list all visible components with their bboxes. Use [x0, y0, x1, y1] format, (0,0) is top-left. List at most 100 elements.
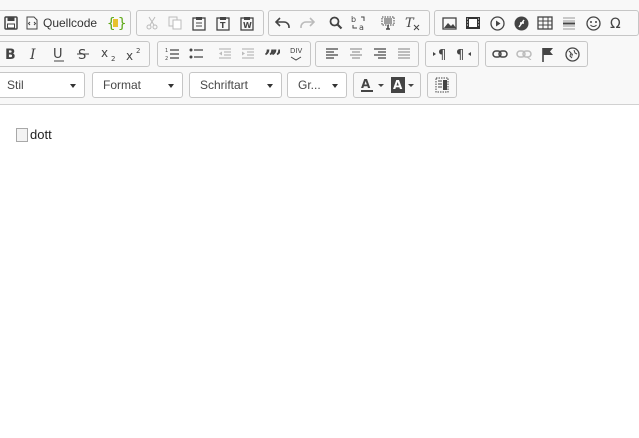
align-left-button[interactable] — [322, 44, 342, 64]
undo-button[interactable] — [273, 13, 293, 33]
cut-icon — [146, 16, 158, 30]
numbered-list-icon: 12 — [165, 48, 179, 61]
outdent-button[interactable] — [215, 44, 235, 64]
smiley-icon — [585, 15, 601, 31]
rtl-button[interactable]: ¶ — [454, 44, 474, 64]
svg-text:I: I — [29, 47, 36, 61]
horizontal-rule-button[interactable] — [559, 13, 579, 33]
bold-button[interactable]: B — [1, 44, 21, 64]
image-icon — [441, 16, 457, 30]
indent-icon — [242, 48, 254, 59]
svg-text:x: x — [126, 49, 133, 61]
align-right-button[interactable] — [370, 44, 390, 64]
subscript-button[interactable]: x2 — [99, 44, 119, 64]
document-group: Quellcode {} — [0, 10, 131, 36]
div-button[interactable]: DIV — [286, 44, 306, 64]
broken-image[interactable]: dott — [16, 127, 52, 142]
font-size-dropdown[interactable]: Gr... — [287, 72, 347, 98]
style-dropdown-label: Stil — [7, 78, 24, 92]
numbered-list-button[interactable]: 12 — [162, 44, 182, 64]
unlink-button[interactable] — [514, 44, 534, 64]
editor-content-area[interactable]: dott — [0, 105, 639, 438]
bulleted-list-button[interactable] — [186, 44, 206, 64]
copy-button[interactable] — [165, 13, 185, 33]
indent-button[interactable] — [238, 44, 258, 64]
broken-image-icon — [16, 127, 28, 142]
superscript-icon: x2 — [126, 47, 140, 61]
superscript-button[interactable]: x2 — [124, 44, 144, 64]
chevron-down-icon — [332, 84, 338, 88]
toolbar-row-1: Quellcode {} T W — [0, 10, 639, 38]
special-char-button[interactable]: Ω — [607, 13, 627, 33]
align-right-icon — [374, 48, 386, 59]
ltr-button[interactable]: ¶ — [430, 44, 450, 64]
ltr-icon: ¶ — [433, 48, 446, 61]
remove-format-button[interactable]: T — [402, 13, 422, 33]
paste-button[interactable] — [189, 13, 209, 33]
svg-text:W: W — [243, 21, 252, 30]
find-button[interactable] — [326, 13, 346, 33]
subscript-icon: x2 — [101, 47, 115, 61]
toolbar-row-2: B I U S x2 x2 12 ” DIV ¶ ¶ — [0, 41, 639, 69]
flash-icon — [466, 17, 480, 29]
save-icon — [4, 16, 18, 30]
language-button[interactable] — [562, 44, 582, 64]
table-button[interactable] — [535, 13, 555, 33]
strike-button[interactable]: S — [73, 44, 93, 64]
svg-text:2: 2 — [136, 47, 140, 55]
replace-button[interactable]: ba — [349, 13, 369, 33]
justify-icon — [398, 48, 410, 59]
redo-button[interactable] — [297, 13, 317, 33]
video-button[interactable] — [487, 13, 507, 33]
direction-group: ¶ ¶ — [425, 41, 479, 67]
align-center-button[interactable] — [346, 44, 366, 64]
format-dropdown[interactable]: Format — [92, 72, 183, 98]
svg-text:2: 2 — [111, 55, 115, 61]
text-color-button[interactable]: A — [359, 75, 387, 95]
colors-group: A A — [353, 72, 421, 98]
editing-group: ba T — [268, 10, 430, 36]
paste-text-button[interactable]: T — [213, 13, 233, 33]
cut-button[interactable] — [142, 13, 162, 33]
background-color-button[interactable]: A — [390, 75, 418, 95]
source-icon — [26, 16, 38, 30]
blockquote-icon: ”” — [264, 48, 280, 60]
style-dropdown[interactable]: Stil — [0, 72, 85, 98]
source-button[interactable]: Quellcode — [26, 13, 97, 33]
blocks-icon — [435, 77, 449, 93]
select-all-button[interactable] — [378, 13, 398, 33]
align-group — [315, 41, 419, 67]
iframe-button[interactable] — [511, 13, 531, 33]
font-dropdown[interactable]: Schriftart — [189, 72, 282, 98]
svg-text:U: U — [53, 47, 63, 62]
paste-word-button[interactable]: W — [237, 13, 257, 33]
svg-text:T: T — [405, 16, 415, 31]
link-button[interactable] — [490, 44, 510, 64]
image-button[interactable] — [439, 13, 459, 33]
select-all-icon — [381, 16, 395, 30]
undo-icon — [275, 17, 290, 28]
anchor-button[interactable] — [538, 44, 558, 64]
flash-button[interactable] — [463, 13, 483, 33]
underline-button[interactable]: U — [49, 44, 69, 64]
svg-text:}: } — [118, 16, 125, 31]
templates-button[interactable]: {} — [106, 13, 126, 33]
save-button[interactable] — [1, 13, 21, 33]
blockquote-button[interactable]: ”” — [262, 44, 282, 64]
smiley-button[interactable] — [583, 13, 603, 33]
find-icon — [329, 16, 343, 30]
justify-button[interactable] — [394, 44, 414, 64]
special-char-icon: Ω — [610, 16, 621, 30]
copy-icon — [168, 16, 182, 30]
svg-text:¶: ¶ — [456, 48, 464, 61]
chevron-down-icon — [70, 84, 76, 88]
svg-text:2: 2 — [165, 56, 168, 61]
paste-text-icon: T — [216, 16, 230, 31]
div-icon: DIV — [290, 47, 302, 61]
strike-icon: S — [77, 48, 89, 61]
italic-button[interactable]: I — [25, 44, 45, 64]
blocks-button[interactable] — [432, 75, 452, 95]
svg-text:A: A — [361, 77, 371, 91]
horizontal-rule-icon — [563, 17, 575, 30]
format-dropdown-label: Format — [103, 78, 142, 92]
